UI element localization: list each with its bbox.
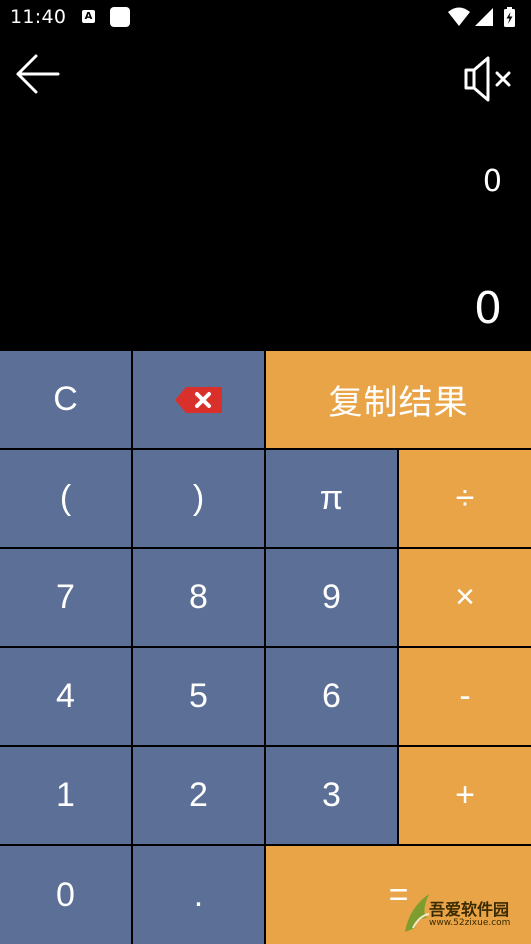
backspace-icon <box>174 386 222 413</box>
notification-app-icon <box>110 7 130 27</box>
one-button[interactable]: 1 <box>0 747 131 844</box>
sound-toggle-button[interactable] <box>462 54 514 104</box>
nine-button[interactable]: 9 <box>266 549 397 646</box>
open-paren-button[interactable]: ( <box>0 450 131 547</box>
copy-result-button[interactable]: 复制结果 <box>266 351 531 448</box>
expression-display: 0 <box>482 164 502 199</box>
battery-icon <box>504 7 515 27</box>
divide-button[interactable]: ÷ <box>399 450 531 547</box>
clear-button[interactable]: C <box>0 351 131 448</box>
plus-button[interactable]: + <box>399 747 531 844</box>
dot-button[interactable]: . <box>133 846 264 944</box>
backspace-button[interactable] <box>133 351 264 448</box>
six-button[interactable]: 6 <box>266 648 397 745</box>
five-button[interactable]: 5 <box>133 648 264 745</box>
notification-a-icon: A <box>82 10 95 23</box>
speaker-muted-icon <box>464 56 511 102</box>
close-paren-button[interactable]: ) <box>133 450 264 547</box>
two-button[interactable]: 2 <box>133 747 264 844</box>
pi-button[interactable]: π <box>266 450 397 547</box>
signal-icon <box>475 8 493 26</box>
four-button[interactable]: 4 <box>0 648 131 745</box>
arrow-left-icon <box>16 54 60 94</box>
back-button[interactable] <box>14 50 62 98</box>
keypad: C 复制结果 ( ) π ÷ 7 8 9 × 4 5 6 - 1 2 3 + 0… <box>0 350 531 944</box>
result-display: 0 <box>474 283 502 334</box>
status-time: 11:40 <box>10 6 67 28</box>
zero-button[interactable]: 0 <box>0 846 131 944</box>
status-bar: 11:40 A <box>0 0 531 36</box>
equals-button[interactable]: = <box>266 846 531 944</box>
eight-button[interactable]: 8 <box>133 549 264 646</box>
three-button[interactable]: 3 <box>266 747 397 844</box>
wifi-icon <box>448 7 470 26</box>
status-icons <box>447 6 521 28</box>
minus-button[interactable]: - <box>399 648 531 745</box>
multiply-button[interactable]: × <box>399 549 531 646</box>
seven-button[interactable]: 7 <box>0 549 131 646</box>
